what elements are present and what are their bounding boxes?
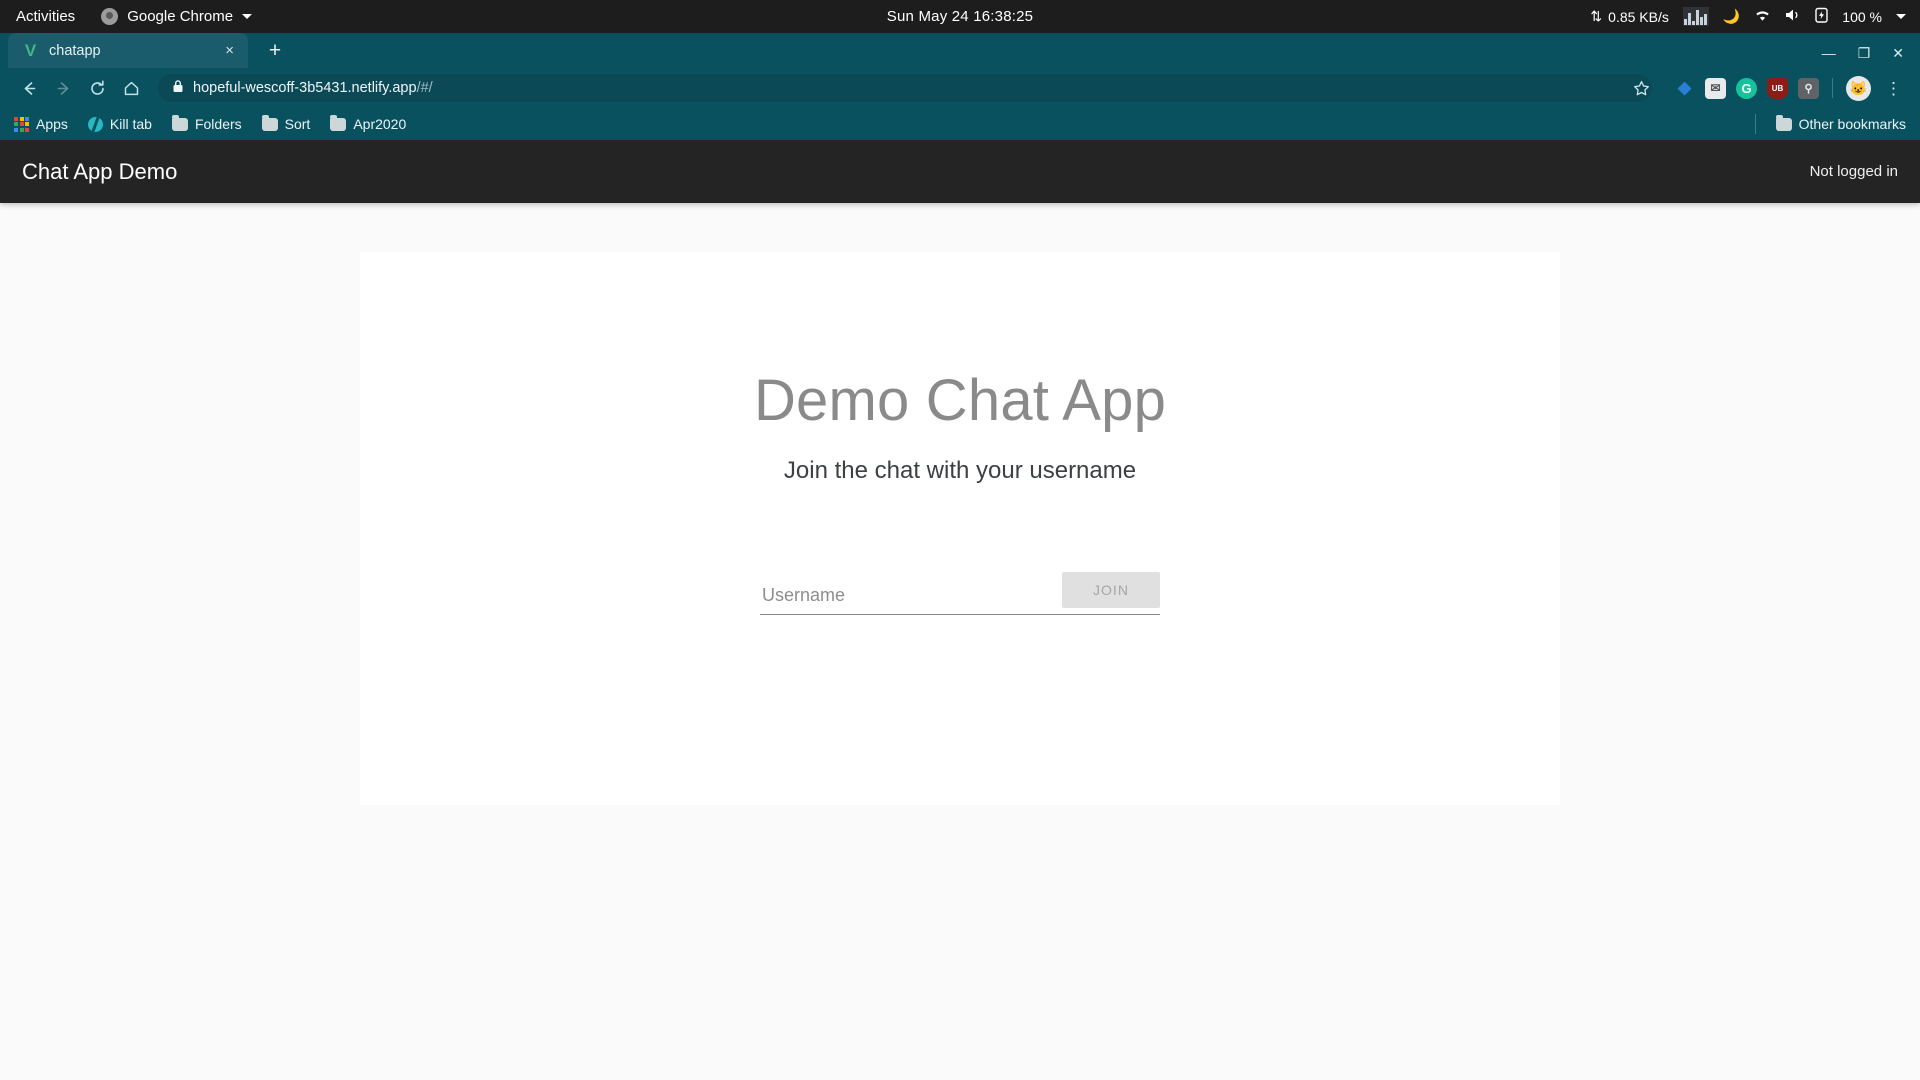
- updown-arrows-icon: ⇅: [1590, 8, 1603, 24]
- url-host: hopeful-wescoff-3b5431.netlify.app: [193, 80, 417, 96]
- chrome-icon: [101, 8, 119, 25]
- tab-close-icon[interactable]: ×: [221, 43, 238, 58]
- hero-subtitle: Join the chat with your username: [783, 457, 1137, 484]
- bookmark-kill-tab[interactable]: Kill tab: [87, 116, 152, 132]
- new-tab-button[interactable]: +: [262, 40, 288, 61]
- other-bookmarks-button[interactable]: Other bookmarks: [1775, 114, 1906, 132]
- bookmark-label: Folders: [194, 116, 242, 132]
- hero-title: Demo Chat App: [753, 368, 1167, 433]
- moon-icon[interactable]: 🌙: [1723, 8, 1740, 25]
- web-page-viewport: Chat App Demo Not logged in Demo Chat Ap…: [0, 140, 1920, 1080]
- join-form: JOIN: [760, 572, 1160, 615]
- folder-icon: [330, 114, 347, 131]
- bookmark-apps[interactable]: Apps: [14, 116, 68, 132]
- gnome-top-bar: Activities Google Chrome Sun May 24 16:3…: [0, 0, 1920, 33]
- bookmark-label: Apps: [36, 116, 68, 132]
- reload-button[interactable]: [82, 73, 112, 103]
- battery-charging-icon[interactable]: [1815, 7, 1828, 26]
- login-status: Not logged in: [1809, 163, 1898, 180]
- bookmark-folders[interactable]: Folders: [171, 114, 242, 132]
- cat-avatar-icon[interactable]: 😺: [1846, 75, 1871, 101]
- maximize-button[interactable]: ❐: [1858, 46, 1871, 60]
- clock[interactable]: Sun May 24 16:38:25: [887, 8, 1033, 25]
- back-button[interactable]: [14, 73, 44, 103]
- join-button[interactable]: JOIN: [1062, 572, 1160, 608]
- activities-button[interactable]: Activities: [16, 8, 75, 25]
- chevron-down-icon: [242, 14, 253, 19]
- tab-chatapp[interactable]: V chatapp ×: [8, 33, 248, 68]
- three-dot-menu-icon[interactable]: ⋮: [1881, 80, 1906, 97]
- mail-extension-icon[interactable]: ✉: [1705, 77, 1726, 99]
- vuejs-logo-icon: V: [24, 41, 37, 60]
- close-window-button[interactable]: ✕: [1892, 46, 1904, 60]
- bookmarks-bar: Apps Kill tab Folders Sort Apr2020 Other…: [0, 108, 1920, 140]
- speaker-icon[interactable]: [1785, 8, 1801, 25]
- app-menu-button[interactable]: Google Chrome: [101, 8, 253, 25]
- tab-strip: V chatapp × + — ❐ ✕: [0, 33, 1920, 68]
- join-card: Demo Chat App Join the chat with your us…: [360, 252, 1560, 805]
- minimize-button[interactable]: —: [1822, 46, 1836, 60]
- wifi-icon[interactable]: [1754, 9, 1771, 25]
- folder-icon: [1775, 114, 1792, 131]
- app-menu-label: Google Chrome: [127, 8, 234, 25]
- system-menu-chevron-icon[interactable]: [1896, 14, 1906, 19]
- bookmark-label: Sort: [284, 116, 311, 132]
- bookmark-sort[interactable]: Sort: [261, 114, 311, 132]
- chrome-window: V chatapp × + — ❐ ✕ hopeful-wescoff-3b54…: [0, 33, 1920, 140]
- home-button[interactable]: [116, 73, 146, 103]
- folder-icon: [171, 114, 188, 131]
- grammarly-extension-icon[interactable]: G: [1736, 77, 1757, 99]
- bookmark-apr2020[interactable]: Apr2020: [330, 114, 407, 132]
- app-header-bar: Chat App Demo Not logged in: [0, 140, 1920, 203]
- system-tray: ⇅ 0.85 KB/s 🌙 100 %: [1590, 7, 1920, 26]
- bookmarks-right-group: Other bookmarks: [1754, 114, 1906, 134]
- bookmark-label: Apr2020: [353, 116, 407, 132]
- page-title: Chat App Demo: [22, 158, 178, 184]
- toolbar-divider: [1832, 78, 1833, 98]
- tab-title: chatapp: [49, 42, 101, 59]
- padlock-icon: [172, 79, 184, 97]
- bookmarks-divider: [1754, 114, 1756, 134]
- apps-grid-icon: [14, 116, 29, 132]
- notes-extension-icon[interactable]: ⚲: [1798, 77, 1819, 99]
- extensions-row: ◆ ✉ G UB ⚲ 😺 ⋮: [1660, 75, 1906, 101]
- browser-toolbar: hopeful-wescoff-3b5431.netlify.app/#/ ◆ …: [0, 68, 1920, 108]
- gnome-left-group: Activities Google Chrome: [0, 8, 253, 25]
- bookmark-star-icon[interactable]: [1626, 73, 1656, 103]
- url-path: /#/: [416, 80, 433, 96]
- globe-icon: [87, 116, 103, 132]
- window-controls: — ❐ ✕: [1822, 46, 1920, 60]
- battery-percent: 100 %: [1842, 8, 1882, 25]
- network-speed-value: 0.85 KB/s: [1608, 8, 1669, 25]
- address-bar[interactable]: hopeful-wescoff-3b5431.netlify.app/#/: [158, 74, 1652, 102]
- blue-diamond-extension-icon[interactable]: ◆: [1674, 78, 1695, 99]
- other-bookmarks-label: Other bookmarks: [1798, 116, 1906, 132]
- bookmark-label: Kill tab: [109, 116, 152, 132]
- network-speed-indicator: ⇅ 0.85 KB/s: [1590, 8, 1668, 25]
- url-text: hopeful-wescoff-3b5431.netlify.app/#/: [193, 80, 433, 96]
- ublock-origin-extension-icon[interactable]: UB: [1767, 77, 1788, 99]
- system-monitor-graph-icon: [1682, 7, 1709, 26]
- folder-icon: [261, 114, 278, 131]
- forward-button[interactable]: [48, 73, 78, 103]
